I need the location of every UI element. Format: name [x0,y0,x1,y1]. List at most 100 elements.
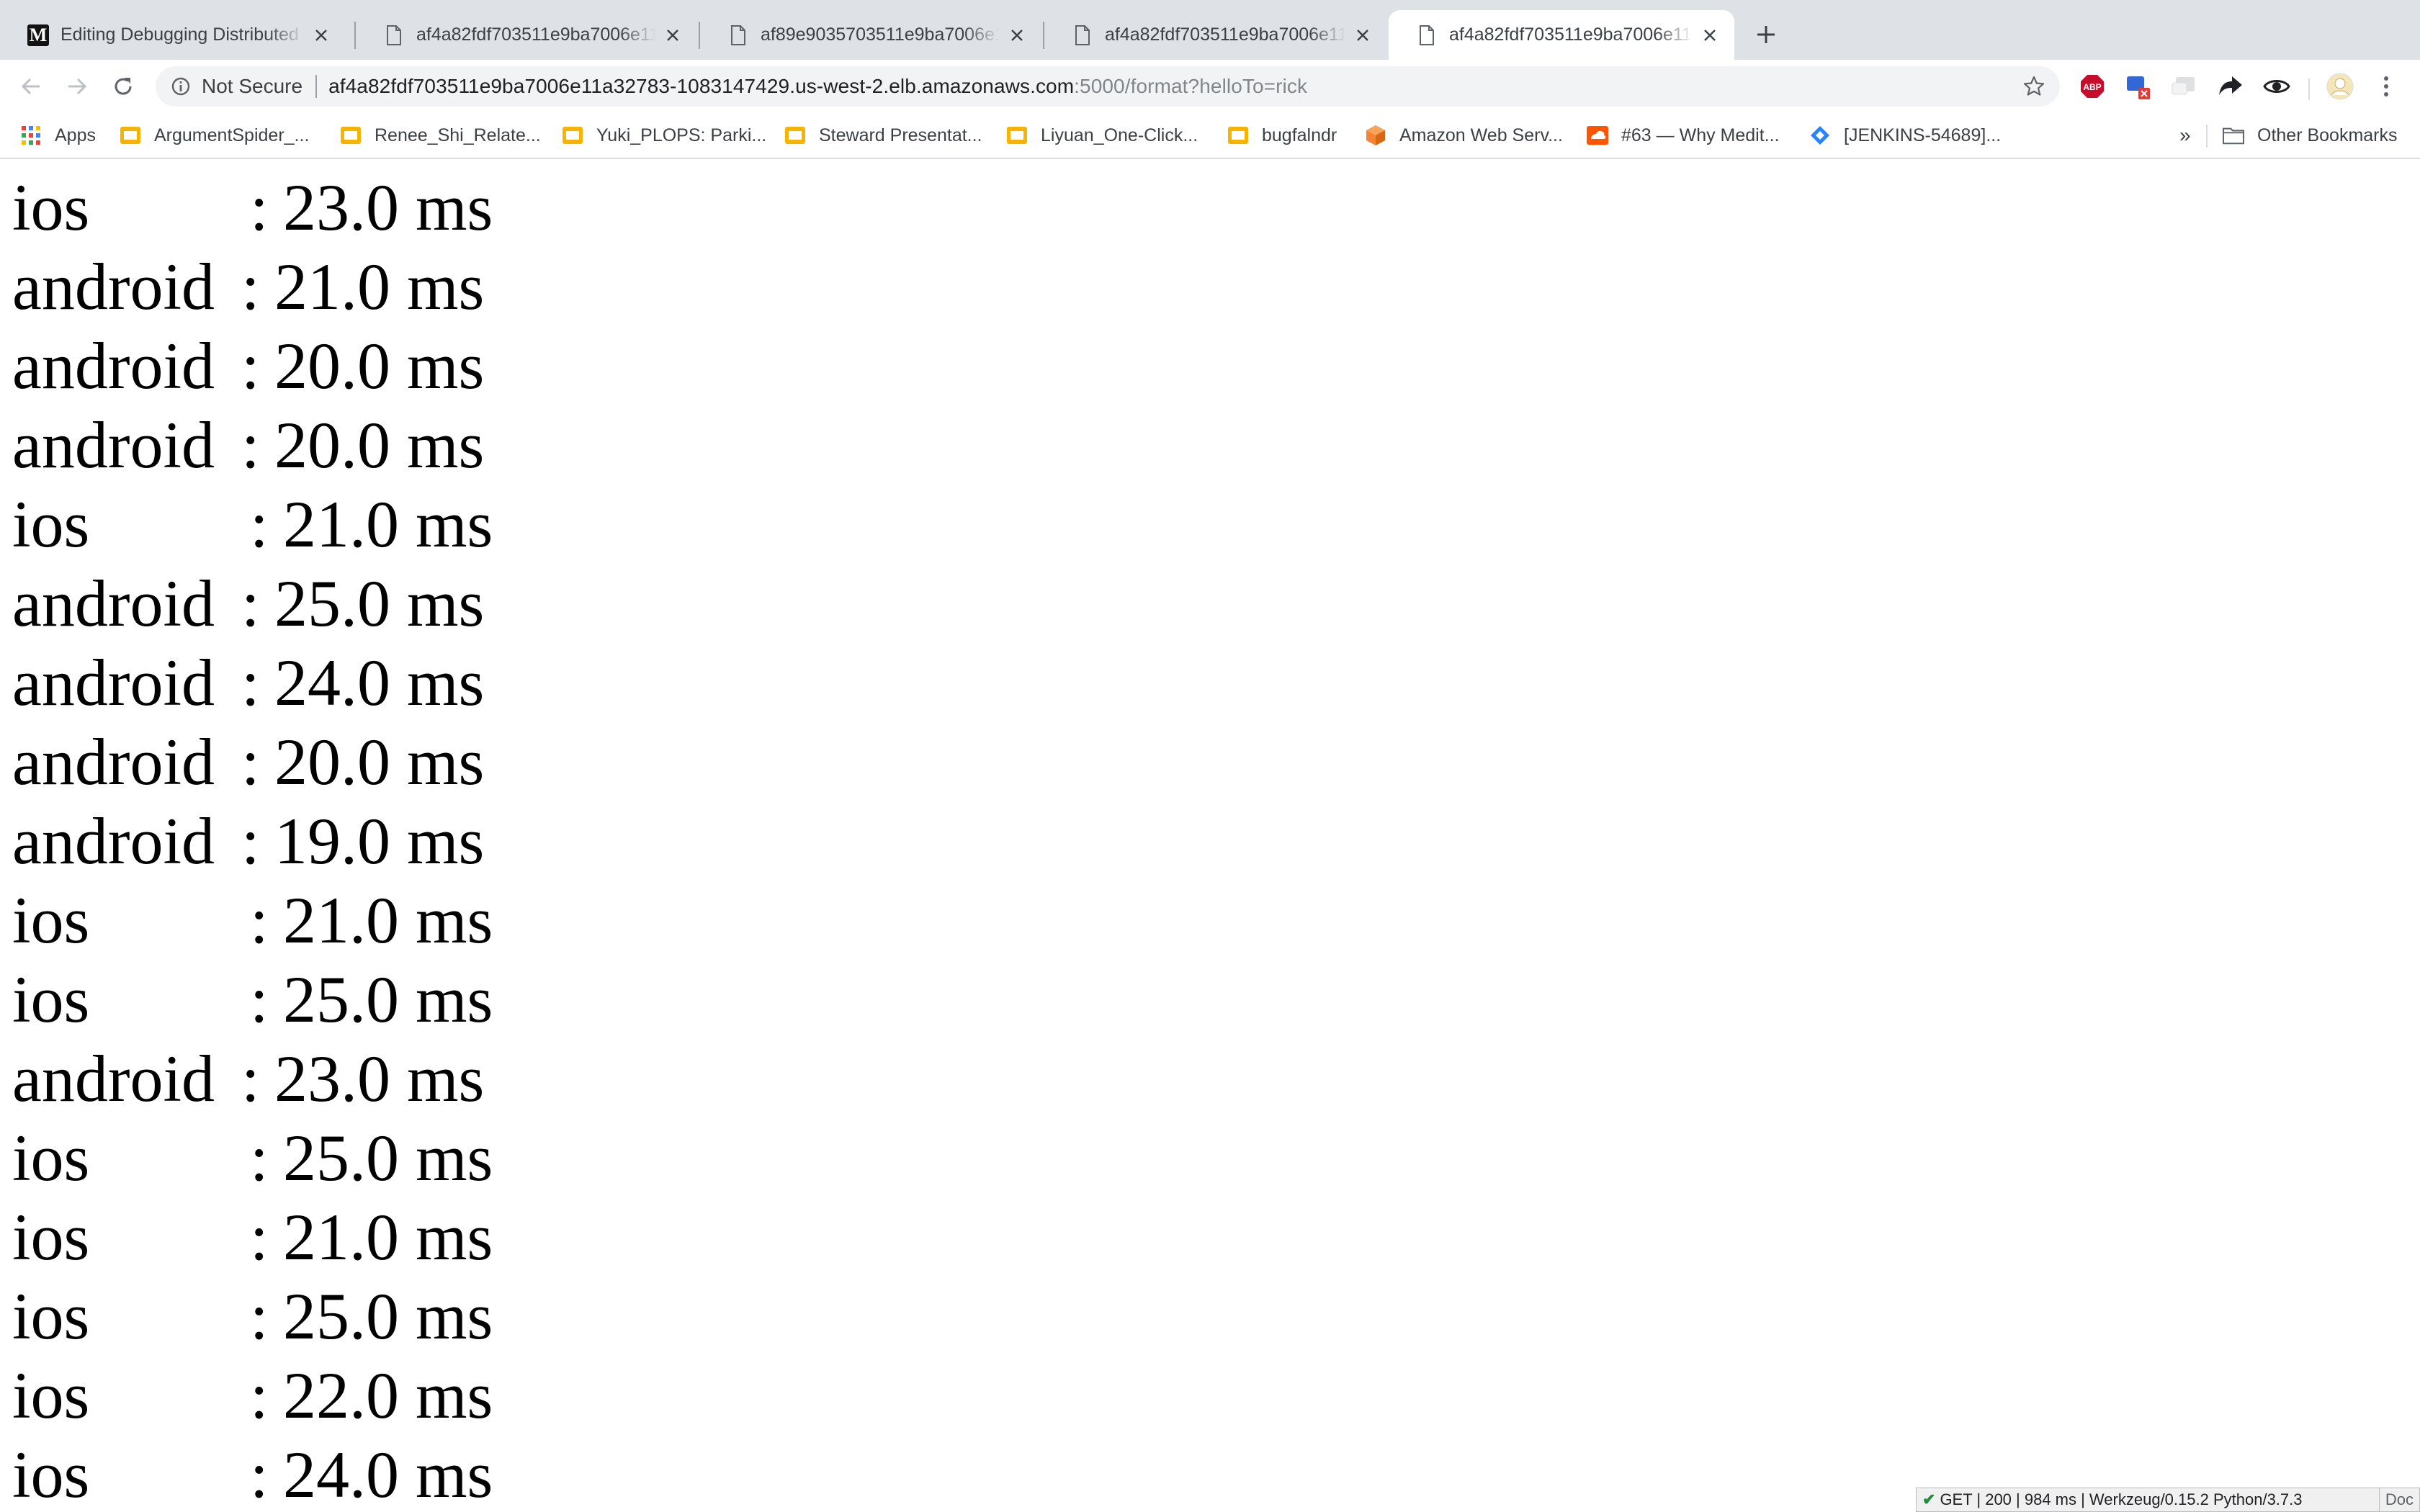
separator-colon: : [241,1042,260,1115]
tab-af4a82-3[interactable]: af4a82fdf703511e9ba7006e11a [1044,10,1387,60]
platform-label: android [12,567,215,640]
bookmark-star-icon[interactable] [2021,73,2047,99]
browser-toolbar: Not Secure af4a82fdf703511e9ba7006e11a32… [0,60,2420,113]
bookmark-bugfalndr[interactable]: bugfalndr [1227,113,1337,158]
page-icon [382,23,406,48]
bookmarks-bar: Apps ArgumentSpider_... Renee_Shi_Relate… [0,113,2420,159]
folder-icon [2223,125,2244,146]
close-icon[interactable] [1700,25,1720,45]
page-icon [726,23,750,48]
separator-colon: : [241,725,260,798]
bookmark-apps[interactable]: Apps [20,113,96,158]
platform-label: ios [12,171,90,244]
bookmark-label: Apps [55,125,96,145]
adblock-plus-icon[interactable]: ABP [2077,71,2107,102]
separator-colon: : [250,1121,269,1194]
latency-value: 24.0 ms [274,646,485,719]
separator-colon: : [250,883,269,957]
bookmark-label: Steward Presentat... [819,125,982,145]
close-icon[interactable] [311,25,331,45]
slides-icon [784,125,806,146]
docs-link[interactable]: Doc [2378,1488,2419,1511]
separator-colon: : [250,171,269,244]
tab-title: af89e9035703511e9ba7006e11a [761,24,1000,45]
close-icon[interactable] [1007,25,1027,45]
bookmarks-overflow-chevron[interactable]: » [2179,113,2191,158]
separator-colon: : [241,329,260,402]
address-bar[interactable]: Not Secure af4a82fdf703511e9ba7006e11a32… [156,66,2060,107]
bookmark-label: ArgumentSpider_... [154,125,310,145]
not-secure-label[interactable]: Not Secure [202,75,302,98]
bookmark-argumentspider[interactable]: ArgumentSpider_... [120,113,309,158]
separator-colon: : [250,1279,269,1353]
werkzeug-debug-bar[interactable]: ✔ GET | 200 | 984 ms | Werkzeug/0.15.2 P… [1916,1488,2420,1512]
info-circle-icon[interactable] [170,76,192,97]
bookmark-liyuan[interactable]: Liyuan_One-Click... [1006,113,1198,158]
forward-arrow-icon[interactable] [62,71,92,102]
bookmark-label: Liyuan_One-Click... [1041,125,1198,145]
platform-label: ios [12,1359,90,1432]
tab-af4a82-1[interactable]: af4a82fdf703511e9ba7006e11a [356,10,697,60]
reload-icon[interactable] [108,71,138,102]
share-arrow-icon[interactable] [2215,71,2246,102]
bookmark-why-meditate[interactable]: #63 — Why Medit... [1587,113,1780,158]
bookmark-label: Renee_Shi_Relate... [375,125,541,145]
platform-label: ios [12,963,90,1036]
extension-blocked-icon[interactable] [2123,71,2154,102]
slides-icon [1227,125,1249,146]
success-check-icon: ✔ [1922,1490,1936,1508]
bookmark-aws[interactable]: Amazon Web Serv... [1365,113,1563,158]
separator-colon: : [250,1438,269,1511]
latency-value: 20.0 ms [274,725,485,798]
latency-value: 21.0 ms [283,487,493,561]
new-tab-plus-icon[interactable] [1750,19,1782,50]
close-icon[interactable] [663,25,683,45]
tab-af4a82-active[interactable]: af4a82fdf703511e9ba7006e11a [1389,10,1734,60]
bookmark-yuki-plops[interactable]: Yuki_PLOPS: Parki... [562,113,766,158]
latency-value: 20.0 ms [274,408,485,482]
platform-label: android [12,804,215,878]
separator-colon: : [250,487,269,561]
profile-avatar[interactable] [2325,71,2355,102]
separator-colon: : [241,804,260,878]
latency-value: 21.0 ms [283,883,493,957]
bookmark-renee-shi[interactable]: Renee_Shi_Relate... [340,113,541,158]
platform-label: ios [12,883,90,957]
soundcloud-icon [1587,125,1608,146]
platform-label: android [12,408,215,482]
latency-value: 19.0 ms [274,804,485,878]
latency-value: 20.0 ms [274,329,485,402]
slides-icon [340,125,362,146]
aws-cube-icon [1365,125,1386,146]
jira-diamond-icon [1809,125,1831,146]
bookmark-steward[interactable]: Steward Presentat... [784,113,982,158]
platform-label: ios [12,487,90,561]
platform-label: android [12,1042,215,1115]
eye-extension-icon[interactable] [2262,71,2292,102]
url-path: :5000/format?helloTo=rick [1074,75,1308,97]
separator-colon: : [241,408,260,482]
cast-extension-icon[interactable] [2169,71,2200,102]
bookmark-label: Other Bookmarks [2257,125,2398,145]
tab-title: af4a82fdf703511e9ba7006e11a [416,24,655,45]
platform-label: android [12,725,215,798]
tab-af89e9-2[interactable]: af89e9035703511e9ba7006e11a [700,10,1041,60]
platform-label: ios [12,1200,90,1274]
separator-colon: : [241,567,260,640]
latency-value: 24.0 ms [283,1438,493,1511]
bookmark-jenkins[interactable]: [JENKINS-54689]... [1809,113,2001,158]
platform-label: ios [12,1121,90,1194]
page-icon [1070,23,1095,48]
page-content: ios:23.0 ms android:21.0 ms android:20.0 m… [0,159,2420,1512]
kebab-menu-icon[interactable] [2371,71,2401,102]
back-arrow-icon[interactable] [16,71,46,102]
url-text[interactable]: af4a82fdf703511e9ba7006e11a32783-1083147… [328,75,1307,98]
separator-colon: : [241,250,260,323]
tab-editing-debugging[interactable]: M Editing Debugging Distributed [0,10,346,60]
slides-icon [562,125,583,146]
close-icon[interactable] [1353,25,1373,45]
bookmark-other-bookmarks[interactable]: Other Bookmarks [2223,113,2398,158]
separator-colon: : [250,1200,269,1274]
separator-colon: : [241,646,260,719]
url-host: af4a82fdf703511e9ba7006e11a32783-1083147… [328,75,1075,97]
